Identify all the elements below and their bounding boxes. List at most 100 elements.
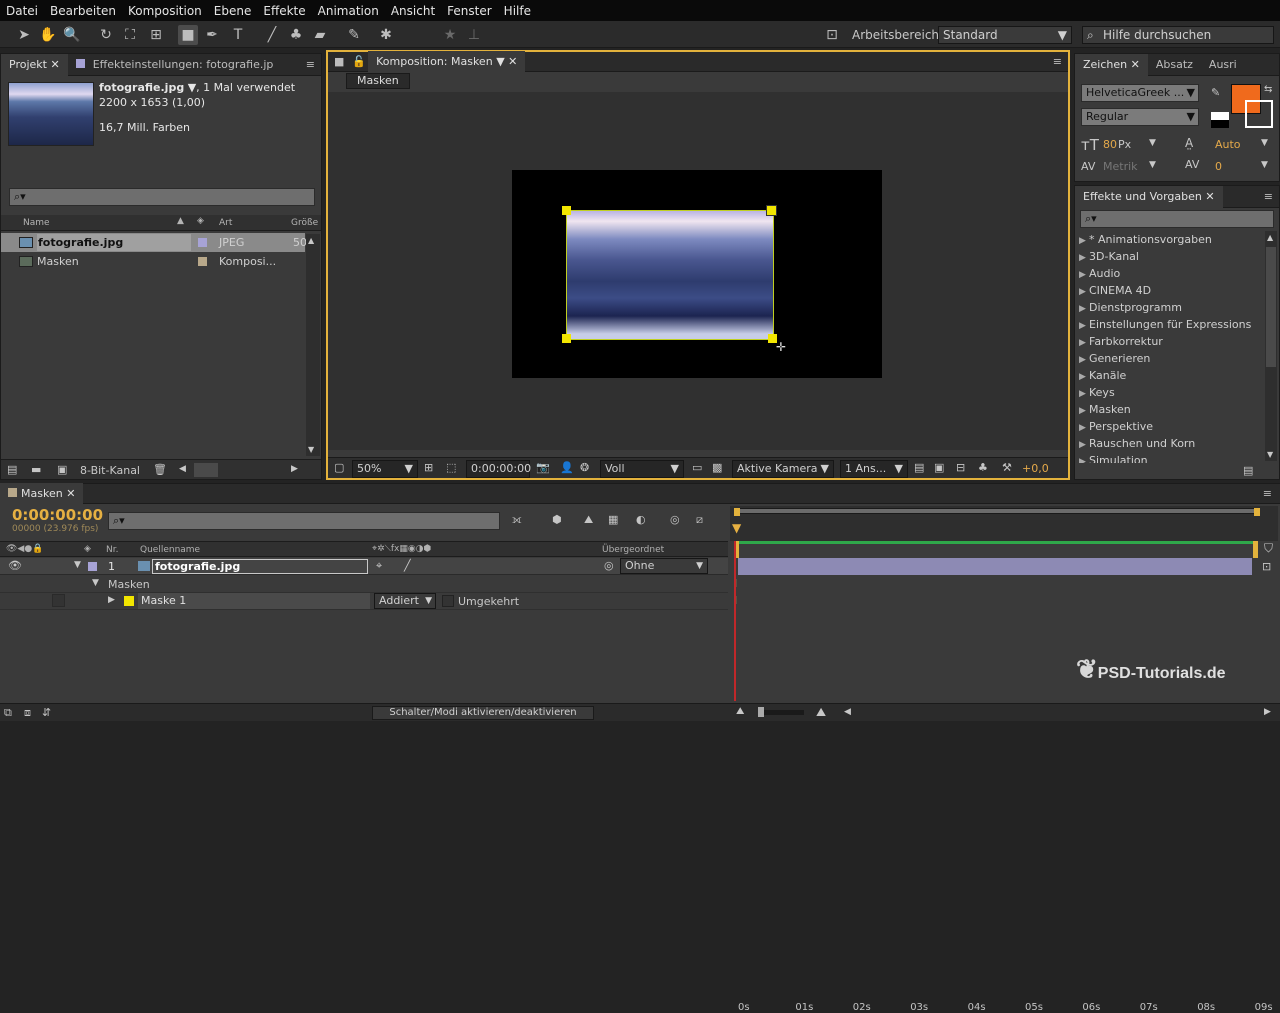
- tab-composition[interactable]: Komposition: Masken ▼ ✕: [368, 50, 526, 73]
- menu-item-datei[interactable]: Datei: [0, 4, 44, 18]
- menu-item-animation[interactable]: Animation: [312, 4, 385, 18]
- lock-icon[interactable]: 🔓: [350, 51, 368, 73]
- close-icon[interactable]: ✕: [508, 55, 517, 68]
- effects-category[interactable]: ▶ * Animationsvorgaben: [1079, 231, 1263, 248]
- puppet-tool-icon[interactable]: ✱: [376, 25, 396, 45]
- exposure-icon[interactable]: ⚒: [1002, 461, 1012, 474]
- effects-category[interactable]: ▶ Keys: [1079, 384, 1263, 401]
- text-tool-icon[interactable]: T: [228, 25, 248, 45]
- tab-effects-presets[interactable]: Effekte und Vorgaben ✕: [1075, 185, 1223, 208]
- layer-color-label[interactable]: [88, 562, 97, 571]
- pen-tool-icon[interactable]: ✒: [202, 25, 222, 45]
- rectangle-tool-icon[interactable]: ■: [178, 25, 198, 45]
- effects-category[interactable]: ▶ CINEMA 4D: [1079, 282, 1263, 299]
- bit-depth-label[interactable]: 8-Bit-Kanal: [80, 464, 140, 477]
- tab-timeline[interactable]: Masken ✕: [0, 482, 84, 505]
- expand-triangle-icon[interactable]: ▼: [92, 578, 99, 588]
- pan-behind-tool-icon[interactable]: ⊞: [146, 25, 166, 45]
- project-item[interactable]: Masken Komposi...: [1, 252, 305, 271]
- font-family-select[interactable]: HelveticaGreek ... ▼: [1081, 84, 1199, 102]
- comp-timecode[interactable]: 0:00:00:00: [466, 460, 531, 478]
- draft-3d-icon[interactable]: ⬢: [552, 513, 562, 526]
- layer-duration-bar[interactable]: [738, 558, 1252, 575]
- transfer-controls-icon[interactable]: ⧈: [24, 706, 31, 720]
- effects-category[interactable]: ▶ Einstellungen für Expressions: [1079, 316, 1263, 333]
- workspace-select[interactable]: Standard ▼: [938, 26, 1072, 44]
- flowchart-icon[interactable]: ♣: [978, 461, 988, 474]
- close-icon[interactable]: ✕: [1205, 190, 1214, 203]
- hand-tool-icon[interactable]: ✋: [38, 25, 58, 45]
- effects-category[interactable]: ▶ Simulation: [1079, 452, 1263, 463]
- rotate-tool-icon[interactable]: ↻: [96, 25, 116, 45]
- current-time-display[interactable]: 0:00:00:00: [12, 506, 103, 524]
- close-icon[interactable]: ✕: [50, 58, 59, 71]
- expand-triangle-icon[interactable]: ▼: [74, 560, 81, 570]
- mask-mode-select[interactable]: Addiert ▼: [374, 593, 436, 609]
- menu-item-hilfe[interactable]: Hilfe: [498, 4, 537, 18]
- expand-triangle-icon[interactable]: ▶: [1079, 454, 1089, 463]
- mask-vertex-handle[interactable]: [766, 205, 777, 216]
- snapshot-icon[interactable]: 📷: [536, 461, 550, 474]
- camera-tool-icon[interactable]: ⛶: [120, 25, 140, 45]
- panel-menu-icon[interactable]: ≡: [1258, 186, 1279, 208]
- roto-brush-tool-icon[interactable]: ✎: [344, 25, 364, 45]
- label-color-swatch[interactable]: [198, 238, 207, 247]
- black-swatch[interactable]: [1211, 120, 1229, 128]
- col-number[interactable]: Nr.: [106, 545, 118, 555]
- mask-lock-toggle[interactable]: [52, 594, 65, 607]
- effects-category[interactable]: ▶ Rauschen und Korn: [1079, 435, 1263, 452]
- scroll-down-icon[interactable]: ▼: [308, 445, 314, 454]
- motion-blur-icon[interactable]: ◐: [636, 513, 646, 526]
- eraser-tool-icon[interactable]: ▰: [310, 25, 330, 45]
- comp-viewer[interactable]: ✛: [328, 92, 1068, 450]
- brush-tool-icon[interactable]: ╱: [262, 25, 282, 45]
- effects-category[interactable]: ▶ Generieren: [1079, 350, 1263, 367]
- swap-colors-icon[interactable]: ⇆: [1264, 84, 1272, 95]
- scroll-right-icon[interactable]: ▶: [291, 464, 298, 474]
- quality-switch-icon[interactable]: ╱: [404, 559, 411, 572]
- menu-item-ebene[interactable]: Ebene: [208, 4, 258, 18]
- chevron-down-icon[interactable]: ▼: [1261, 160, 1268, 170]
- effects-category[interactable]: ▶ 3D-Kanal: [1079, 248, 1263, 265]
- footage-layer-image[interactable]: [566, 210, 774, 340]
- chevron-down-icon[interactable]: ▼: [1149, 138, 1156, 148]
- effects-category[interactable]: ▶ Dienstprogramm: [1079, 299, 1263, 316]
- expand-panes-icon[interactable]: ⧉: [4, 706, 12, 720]
- time-ruler[interactable]: [730, 506, 1278, 541]
- playhead-icon[interactable]: ▼: [732, 521, 741, 535]
- scroll-thumb[interactable]: [1266, 247, 1276, 367]
- layer-row[interactable]: 👁 ▼ 1 fotografie.jpg ⌖ ╱ ◎ Ohne ▼: [0, 558, 728, 575]
- new-folder-icon[interactable]: ▬: [31, 463, 41, 476]
- menu-item-komposition[interactable]: Komposition: [122, 4, 208, 18]
- zoom-slider-thumb[interactable]: [758, 707, 764, 717]
- mask-color-swatch[interactable]: [124, 596, 134, 606]
- mask-row[interactable]: ▶ Maske 1 Addiert ▼ Umgekehrt: [0, 593, 728, 610]
- layer-name[interactable]: fotografie.jpg: [152, 559, 368, 574]
- scroll-down-icon[interactable]: ▼: [1267, 450, 1273, 459]
- chevron-down-icon[interactable]: ▼: [1261, 138, 1268, 148]
- mask-visibility-icon[interactable]: ⬚: [446, 461, 456, 474]
- grid-icon[interactable]: ⊞: [424, 461, 433, 474]
- mask-vertex-handle[interactable]: [562, 334, 571, 343]
- scroll-left-icon[interactable]: ◀: [179, 464, 186, 474]
- comp-mini-flowchart-icon[interactable]: ⟗: [512, 513, 522, 527]
- panel-menu-icon[interactable]: ≡: [300, 54, 321, 76]
- timeline-zoom-slider[interactable]: [758, 710, 804, 715]
- tab-paragraph[interactable]: Absatz: [1148, 54, 1201, 76]
- toggle-switches-modes-button[interactable]: Schalter/Modi aktivieren/deaktivieren: [372, 706, 594, 720]
- tab-character[interactable]: Zeichen ✕: [1075, 53, 1148, 76]
- work-area-bar[interactable]: [734, 541, 1258, 558]
- close-icon[interactable]: ✕: [66, 487, 75, 500]
- zoom-select[interactable]: 50% ▼: [352, 460, 418, 478]
- kerning-value[interactable]: Metrik: [1103, 160, 1138, 173]
- nav-end-handle[interactable]: [1254, 508, 1260, 516]
- font-style-select[interactable]: Regular ▼: [1081, 108, 1199, 126]
- mask-vertex-handle[interactable]: [562, 206, 571, 215]
- stroke-color-swatch[interactable]: [1245, 100, 1273, 128]
- menu-item-effekte[interactable]: Effekte: [257, 4, 311, 18]
- comp-marker-icon[interactable]: ⛉: [1264, 541, 1273, 556]
- font-size-value[interactable]: 80: [1103, 138, 1117, 151]
- timeline-search-input[interactable]: ⌕▾: [108, 512, 500, 530]
- selection-tool-icon[interactable]: ➤: [14, 25, 34, 45]
- scroll-left-icon[interactable]: ◀: [844, 707, 851, 717]
